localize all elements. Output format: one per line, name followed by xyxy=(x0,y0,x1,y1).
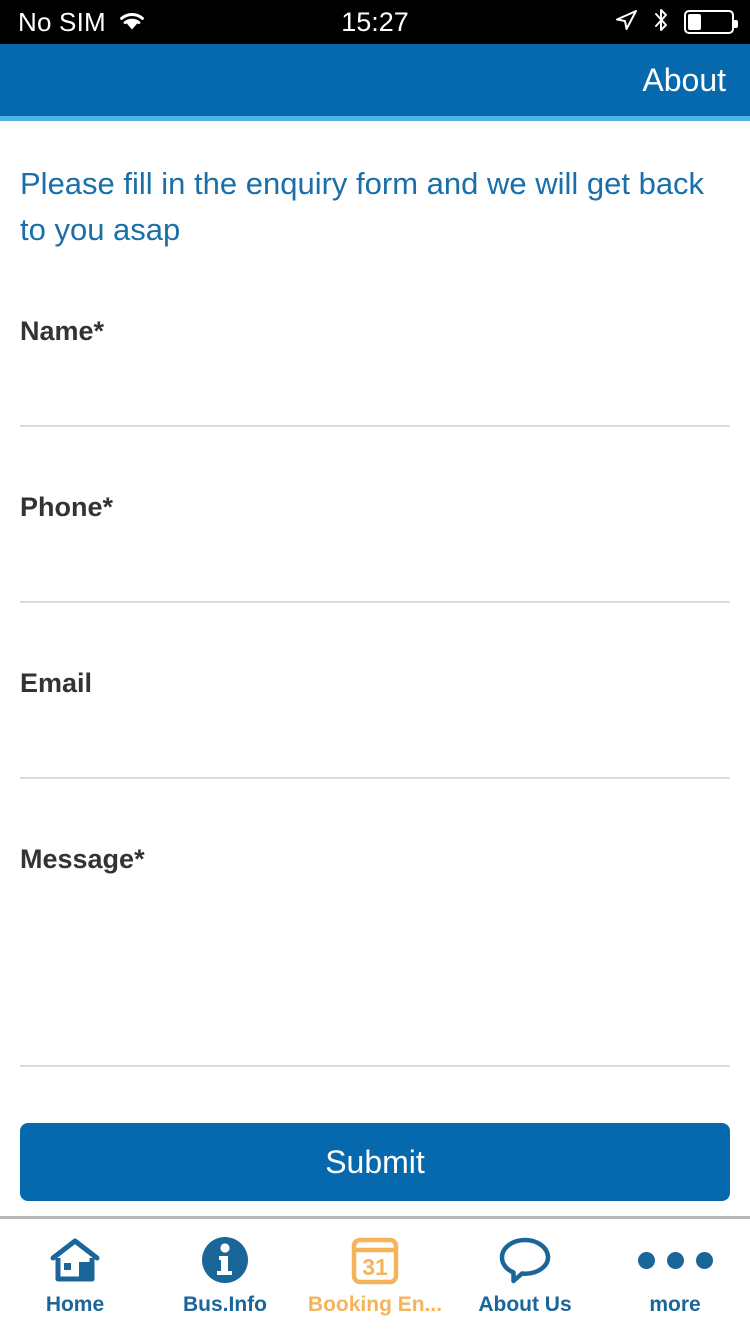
tab-booking-enquiry[interactable]: 31 Booking En... xyxy=(300,1219,450,1334)
tab-bus-info[interactable]: Bus.Info xyxy=(150,1219,300,1334)
field-divider xyxy=(20,425,730,427)
message-input[interactable] xyxy=(20,875,730,1065)
name-input[interactable] xyxy=(20,347,730,425)
tab-label-bus-info: Bus.Info xyxy=(183,1293,267,1316)
ellipsis-icon xyxy=(637,1233,713,1287)
field-divider xyxy=(20,601,730,603)
calendar-31-icon: 31 xyxy=(350,1233,400,1287)
tab-label-about-us: About Us xyxy=(478,1293,572,1316)
nav-title-about[interactable]: About xyxy=(642,62,750,99)
enquiry-form: Please fill in the enquiry form and we w… xyxy=(0,121,750,1216)
house-icon xyxy=(49,1233,101,1287)
field-name: Name* xyxy=(20,316,730,427)
bluetooth-icon xyxy=(652,7,670,38)
status-bar-right xyxy=(614,7,738,38)
field-label-email: Email xyxy=(20,668,93,698)
field-label-message: Message* xyxy=(20,844,145,874)
tab-home[interactable]: Home xyxy=(0,1219,150,1334)
field-divider xyxy=(20,1065,730,1067)
status-bar: No SIM 15:27 xyxy=(0,0,750,44)
tab-label-booking-enquiry: Booking En... xyxy=(307,1293,443,1316)
phone-input[interactable] xyxy=(20,523,730,601)
field-label-phone: Phone* xyxy=(20,492,114,522)
intro-text: Please fill in the enquiry form and we w… xyxy=(20,166,705,247)
field-email: Email xyxy=(20,668,730,779)
speech-bubble-icon xyxy=(498,1233,552,1287)
field-label-name: Name* xyxy=(20,316,105,346)
tab-more[interactable]: more xyxy=(600,1219,750,1334)
field-divider xyxy=(20,777,730,779)
navigation-bar: About xyxy=(0,44,750,116)
tab-bar: Home Bus.Info 31 Booking En... About Us … xyxy=(0,1216,750,1334)
info-circle-icon xyxy=(200,1233,250,1287)
field-message: Message* xyxy=(20,844,730,1067)
tab-about-us[interactable]: About Us xyxy=(450,1219,600,1334)
battery-icon xyxy=(684,10,738,34)
submit-button[interactable]: Submit xyxy=(20,1123,730,1201)
email-input[interactable] xyxy=(20,699,730,777)
app-screen: No SIM 15:27 About Please fill in the en… xyxy=(0,0,750,1334)
location-arrow-icon xyxy=(614,8,638,37)
tab-label-home: Home xyxy=(45,1293,105,1316)
tab-label-more: more xyxy=(649,1293,701,1316)
svg-text:31: 31 xyxy=(362,1254,388,1280)
field-phone: Phone* xyxy=(20,492,730,603)
